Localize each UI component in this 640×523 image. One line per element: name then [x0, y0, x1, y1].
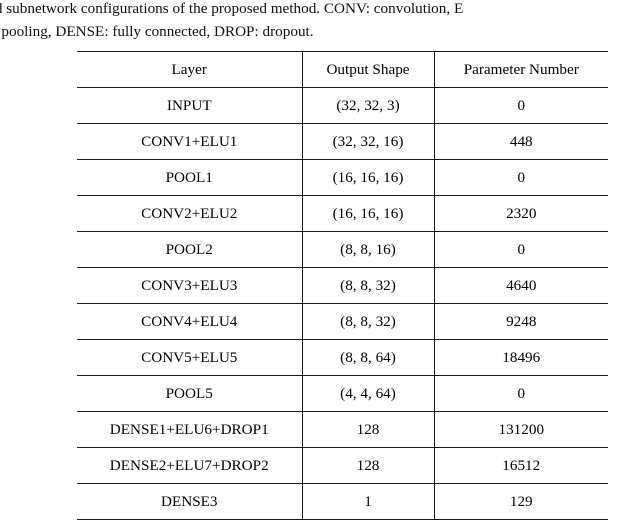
- table-row: INPUT (32, 32, 3) 0: [77, 87, 608, 124]
- cell-output-shape: 128: [301, 447, 434, 484]
- cell-output-shape: (32, 32, 3): [301, 87, 434, 124]
- table-row: DENSE2+ELU7+DROP2 128 16512: [77, 447, 608, 484]
- bottom-rule-cell: [77, 519, 302, 520]
- cell-output-shape: (8, 8, 64): [301, 339, 434, 376]
- cell-parameter-number: 4640: [433, 267, 608, 304]
- table-row: CONV1+ELU1 (32, 32, 16) 448: [77, 123, 608, 160]
- cell-layer: CONV2+ELU2: [77, 195, 302, 232]
- cell-parameter-number: 0: [433, 87, 608, 124]
- table-row: CONV2+ELU2 (16, 16, 16) 2320: [77, 195, 608, 232]
- cell-layer: CONV3+ELU3: [77, 267, 302, 304]
- table-row: POOL5 (4, 4, 64) 0: [77, 375, 608, 412]
- cell-parameter-number: 131200: [433, 411, 608, 448]
- cell-layer: POOL1: [77, 159, 302, 196]
- cell-layer: CONV4+ELU4: [77, 303, 302, 340]
- cell-parameter-number: 448: [433, 123, 608, 160]
- cell-output-shape: (4, 4, 64): [301, 375, 434, 412]
- table-bottom-rule: [77, 519, 608, 520]
- caption-line-2: x pooling, DENSE: fully connected, DROP:…: [0, 23, 314, 40]
- bottom-rule-cell: [434, 519, 608, 520]
- column-header-output-shape: Output Shape: [301, 51, 434, 88]
- table-row: CONV5+ELU5 (8, 8, 64) 18496: [77, 339, 608, 376]
- column-header-parameter-number: Parameter Number: [433, 51, 608, 88]
- table-row: CONV4+ELU4 (8, 8, 32) 9248: [77, 303, 608, 340]
- cell-output-shape: (16, 16, 16): [301, 195, 434, 232]
- cell-layer: DENSE3: [77, 483, 302, 520]
- cell-output-shape: (32, 32, 16): [301, 123, 434, 160]
- cell-parameter-number: 18496: [433, 339, 608, 376]
- cell-parameter-number: 9248: [433, 303, 608, 340]
- cell-parameter-number: 0: [433, 375, 608, 412]
- cell-layer: POOL5: [77, 375, 302, 412]
- cell-parameter-number: 129: [433, 483, 608, 520]
- cell-output-shape: (8, 8, 32): [301, 303, 434, 340]
- table-row: DENSE3 1 129: [77, 483, 608, 520]
- network-configuration-table: Layer Output Shape Parameter Number INPU…: [77, 51, 608, 520]
- cell-parameter-number: 0: [433, 231, 608, 268]
- cell-output-shape: (16, 16, 16): [301, 159, 434, 196]
- table-row: POOL1 (16, 16, 16) 0: [77, 159, 608, 196]
- cell-parameter-number: 2320: [433, 195, 608, 232]
- cell-layer: CONV1+ELU1: [77, 123, 302, 160]
- bottom-rule-cell: [302, 519, 434, 520]
- cell-output-shape: 1: [301, 483, 434, 520]
- table-row: DENSE1+ELU6+DROP1 128 131200: [77, 411, 608, 448]
- table-header-row: Layer Output Shape Parameter Number: [77, 51, 608, 88]
- cell-parameter-number: 0: [433, 159, 608, 196]
- table-row: CONV3+ELU3 (8, 8, 32) 4640: [77, 267, 608, 304]
- caption-line-1: etailed subnetwork configurations of the…: [0, 0, 464, 17]
- cell-output-shape: (8, 8, 16): [301, 231, 434, 268]
- spec-table: Layer Output Shape Parameter Number INPU…: [77, 51, 608, 520]
- cell-layer: DENSE1+ELU6+DROP1: [77, 411, 302, 448]
- cell-layer: CONV5+ELU5: [77, 339, 302, 376]
- cell-parameter-number: 16512: [433, 447, 608, 484]
- cell-layer: INPUT: [77, 87, 302, 124]
- cell-layer: DENSE2+ELU7+DROP2: [77, 447, 302, 484]
- table-row: POOL2 (8, 8, 16) 0: [77, 231, 608, 268]
- cell-layer: POOL2: [77, 231, 302, 268]
- cell-output-shape: (8, 8, 32): [301, 267, 434, 304]
- cell-output-shape: 128: [301, 411, 434, 448]
- column-header-layer: Layer: [77, 51, 302, 88]
